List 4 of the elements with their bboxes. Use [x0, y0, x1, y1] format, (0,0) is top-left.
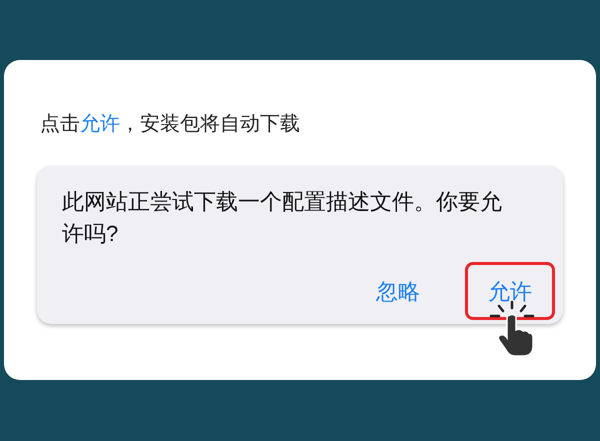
dialog-message: 此网站正尝试下载一个配置描述文件。你要允许吗? [62, 188, 502, 248]
dialog-button[interactable]: 忽略 [353, 262, 443, 320]
instruction-text: 点击允许，安装包将自动下载 [40, 112, 300, 137]
pointer-hand-icon [487, 300, 537, 356]
